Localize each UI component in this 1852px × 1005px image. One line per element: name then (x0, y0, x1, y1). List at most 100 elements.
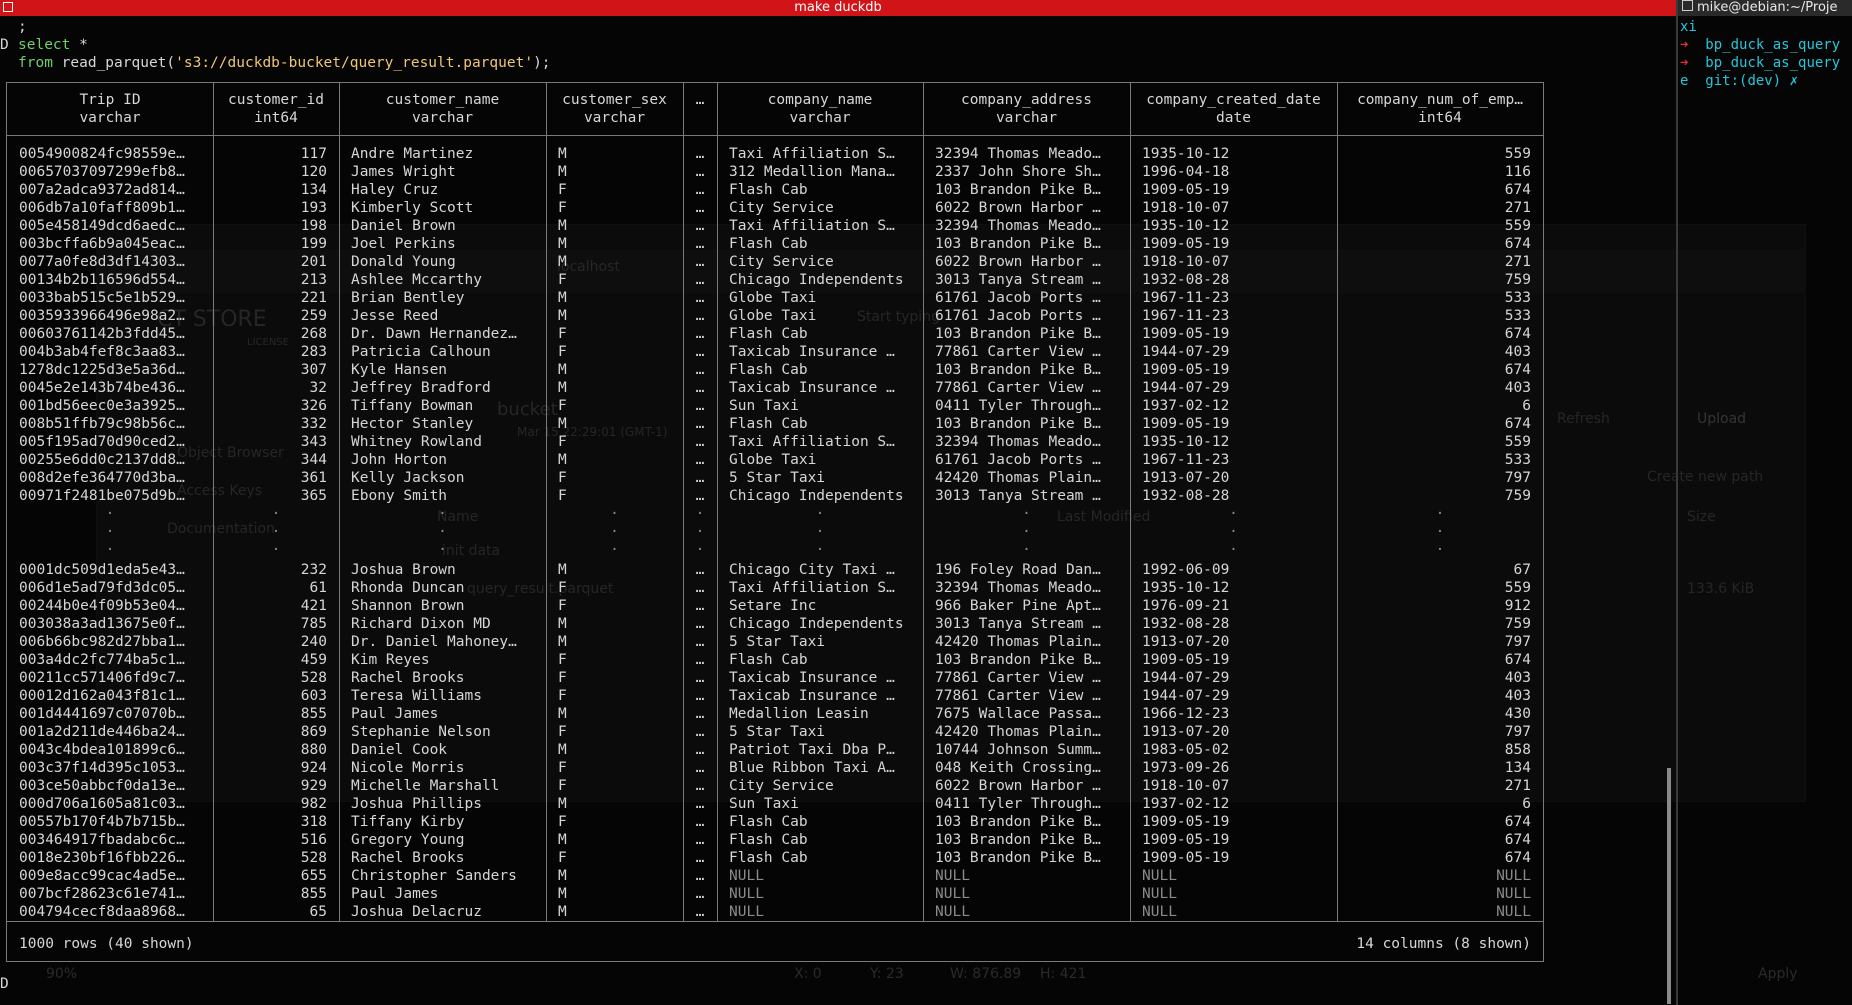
table-cell: City Service (729, 254, 834, 270)
table-cell: 674 (1504, 652, 1531, 668)
table-cell: M (558, 832, 567, 848)
table-cell: 32 (309, 380, 327, 396)
table-cell: M (558, 218, 567, 234)
table-cell: 61761 Jacob Ports … (935, 452, 1101, 468)
table-cell: 1909-05-19 (1142, 814, 1230, 830)
right-terminal-line: ➜ bp_duck_as_query (1680, 36, 1840, 54)
table-cell: NULL (1496, 886, 1531, 902)
table-cell: M (558, 236, 567, 252)
table-cell: F (558, 814, 567, 830)
right-terminal-line: xi (1680, 18, 1697, 36)
table-cell: Chicago Independents (729, 488, 904, 504)
column-separator (339, 83, 340, 921)
table-cell: 5 Star Taxi (729, 724, 826, 740)
ellipsis-cell: · (1229, 542, 1238, 558)
column-header: company_address varchar (961, 92, 1092, 126)
table-cell: 77861 Carter View … (935, 380, 1101, 396)
table-cell: 559 (1504, 580, 1531, 596)
table-cell: … (695, 688, 705, 704)
table-cell: James Wright (351, 164, 456, 180)
scrollbar[interactable] (1667, 768, 1671, 1004)
table-cell: NULL (1142, 886, 1177, 902)
table-cell: 117 (300, 146, 327, 162)
table-cell: 009e8acc99cac4ad5e… (19, 868, 185, 884)
ghost-refresh-button: Refresh (1557, 411, 1610, 427)
ellipsis-cell: · (1229, 524, 1238, 540)
ellipsis-cell: · (815, 542, 825, 558)
table-cell: 42420 Thomas Plain… (935, 470, 1101, 486)
table-cell: Andre Martinez (351, 146, 474, 162)
table-cell: … (695, 580, 705, 596)
table-cell: Tiffany Bowman (351, 398, 474, 414)
table-cell: 674 (1504, 850, 1531, 866)
ghost-coord-h: H: 421 (1040, 966, 1087, 982)
table-cell: Patriot Taxi Dba P… (729, 742, 895, 758)
table-cell: … (695, 218, 705, 234)
table-cell: Ebony Smith (351, 488, 448, 504)
table-cell: Flash Cab (729, 850, 808, 866)
table-cell: Ashlee Mccarthy (351, 272, 482, 288)
table-cell: … (695, 742, 705, 758)
table-cell: Taxi Affiliation S… (729, 146, 895, 162)
table-cell: 1913-07-20 (1142, 724, 1230, 740)
table-cell: 855 (300, 706, 327, 722)
prompt-prefix: xi (1680, 19, 1697, 35)
right-window-title[interactable]: mike@debian:~/Proje (1678, 0, 1852, 16)
table-cell: … (695, 724, 705, 740)
table-cell: 5 Star Taxi (729, 634, 826, 650)
footer-separator (7, 921, 1543, 922)
prompt-text: bp_duck_as_query (1688, 37, 1841, 53)
table-cell: 003bcffa6b9a045eac… (19, 236, 185, 252)
table-cell: 006b66bc982d27bba1… (19, 634, 185, 650)
table-cell: 343 (300, 434, 327, 450)
table-cell: 004b3ab4fef8c3aa83… (19, 344, 185, 360)
table-cell: … (695, 416, 705, 432)
table-cell: Kyle Hansen (351, 362, 448, 378)
table-cell: 1966-12-23 (1142, 706, 1230, 722)
table-cell: 421 (300, 598, 327, 614)
table-cell: 1278dc1225d3e5a36d… (19, 362, 185, 378)
query-end: ); (533, 55, 551, 71)
table-cell: 103 Brandon Pike B… (935, 362, 1101, 378)
pane-divider[interactable] (1676, 0, 1678, 1005)
table-cell: 196 Foley Road Dan… (935, 562, 1101, 578)
table-cell: 271 (1504, 200, 1531, 216)
table-cell: Taxi Affiliation S… (729, 580, 895, 596)
table-cell: NULL (1496, 868, 1531, 884)
table-cell: 199 (300, 236, 327, 252)
table-cell: … (695, 670, 705, 686)
table-cell: Teresa Williams (351, 688, 482, 704)
right-window-icon (1682, 0, 1693, 11)
table-cell: 00603761142b3fdd45… (19, 326, 185, 342)
table-cell: … (695, 164, 705, 180)
table-cell: … (695, 200, 705, 216)
header-separator (7, 135, 1543, 136)
table-cell: M (558, 308, 567, 324)
table-cell: 67 (1513, 562, 1531, 578)
table-cell: F (558, 488, 567, 504)
table-cell: M (558, 290, 567, 306)
table-cell: Flash Cab (729, 362, 808, 378)
table-cell: Joshua Phillips (351, 796, 482, 812)
prompt-text: git:(dev) ✗ (1688, 73, 1799, 89)
table-cell: 1937-02-12 (1142, 398, 1230, 414)
table-cell: … (695, 452, 705, 468)
table-cell: 403 (1504, 344, 1531, 360)
table-cell: 674 (1504, 182, 1531, 198)
table-cell: 674 (1504, 814, 1531, 830)
ellipsis-cell: · (1435, 506, 1445, 522)
table-cell: 559 (1504, 434, 1531, 450)
table-cell: 006db7a10faff809b1… (19, 200, 185, 216)
ellipsis-cell: · (815, 524, 825, 540)
table-cell: 528 (300, 850, 327, 866)
terminal-titlebar[interactable]: make duckdb (0, 0, 1676, 16)
table-cell: 42420 Thomas Plain… (935, 724, 1101, 740)
table-cell: Joshua Brown (351, 562, 456, 578)
table-cell: 00255e6dd0c2137dd8… (19, 452, 185, 468)
ellipsis-cell: · (271, 506, 281, 522)
ellipsis-cell: · (105, 524, 115, 540)
table-cell: 32394 Thomas Meado… (935, 218, 1101, 234)
table-cell: 6022 Brown Harbor … (935, 200, 1101, 216)
table-cell: 858 (1504, 742, 1531, 758)
column-separator (213, 83, 214, 921)
